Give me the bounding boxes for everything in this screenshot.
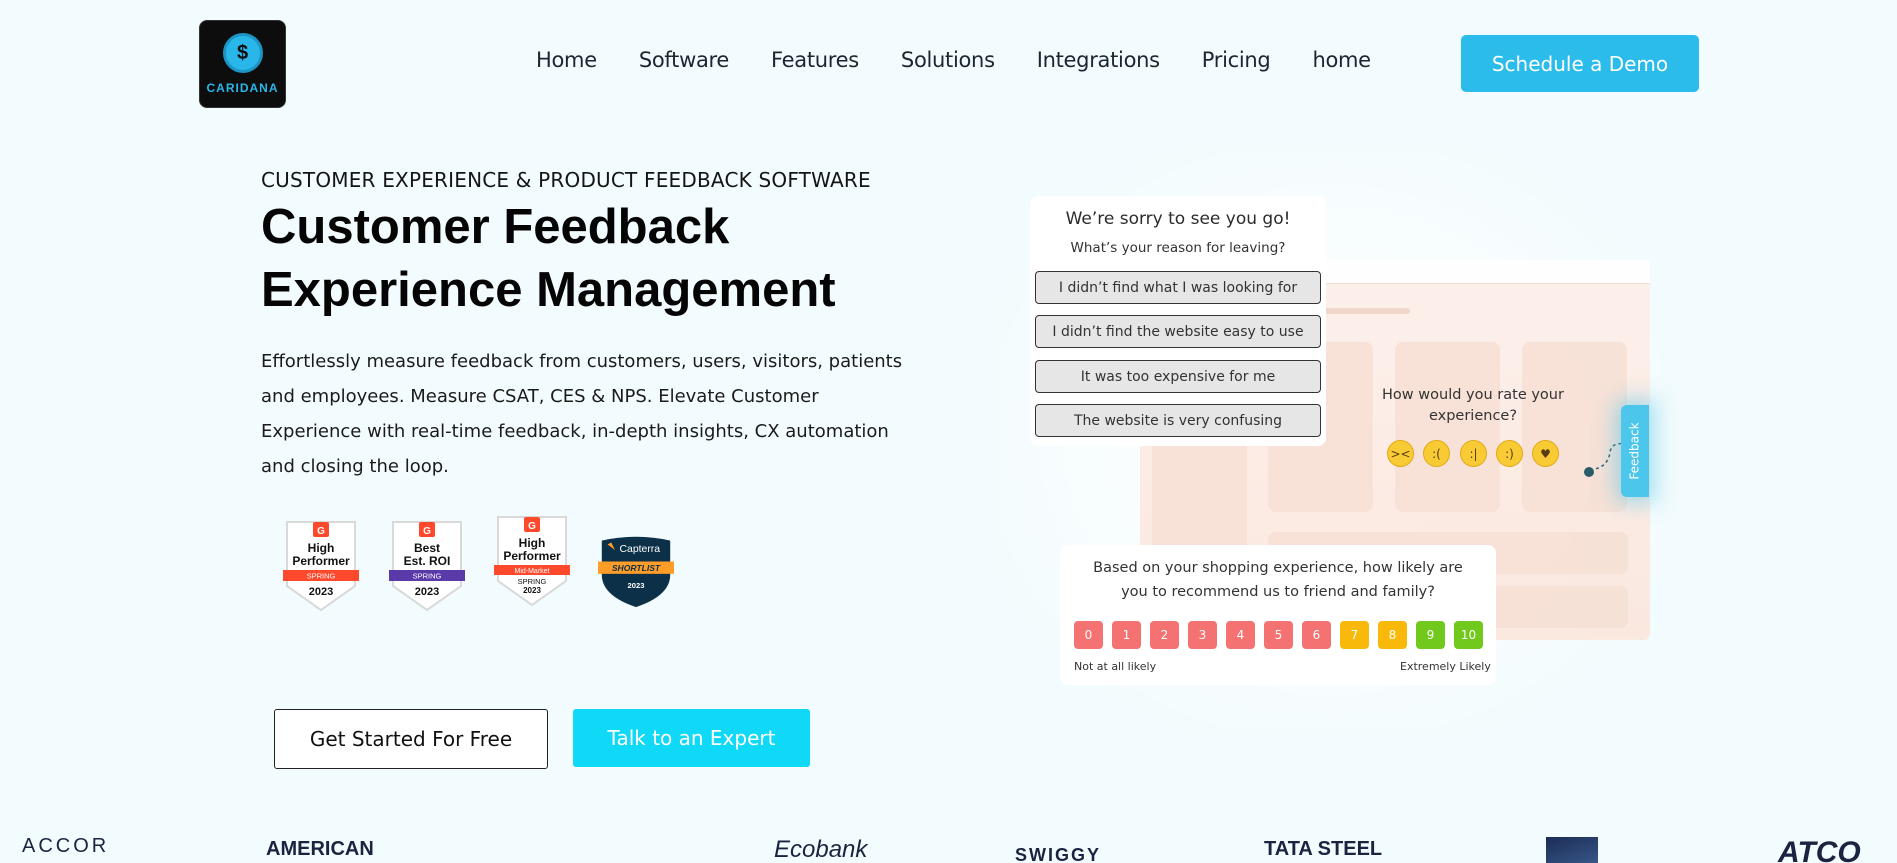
- nav-integrations[interactable]: Integrations: [1037, 48, 1160, 72]
- g2-high-performer-badge: G High Performer SPRING 2023: [283, 520, 359, 612]
- nps-low-label: Not at all likely: [1074, 660, 1157, 673]
- nps-score-button[interactable]: 3: [1188, 621, 1217, 649]
- feedback-tab[interactable]: Feedback: [1621, 405, 1649, 497]
- hero-eyebrow: CUSTOMER EXPERIENCE & PRODUCT FEEDBACK S…: [261, 168, 871, 192]
- schedule-demo-button[interactable]: Schedule a Demo: [1461, 35, 1699, 92]
- g2-best-roi-badge: G Best Est. ROI SPRING 2023: [389, 520, 465, 612]
- tired-face-icon[interactable]: ><: [1387, 440, 1414, 467]
- hero-title: Customer Feedback Experience Management: [261, 200, 836, 317]
- nps-high-label: Extremely Likely: [1400, 660, 1491, 673]
- svg-text:G: G: [423, 526, 431, 537]
- svg-text:G: G: [528, 521, 536, 532]
- nps-score-button[interactable]: 1: [1112, 621, 1141, 649]
- svg-text:Capterra: Capterra: [619, 544, 660, 555]
- svg-text:Best: Best: [414, 541, 440, 555]
- client-logo-ecobank: Ecobank: [774, 836, 868, 863]
- nps-score-button[interactable]: 7: [1340, 621, 1369, 649]
- rating-question: How would you rate your experience?: [1382, 387, 1564, 424]
- nav-software[interactable]: Software: [639, 48, 729, 72]
- svg-text:High: High: [519, 536, 546, 550]
- svg-text:High: High: [308, 541, 335, 555]
- capterra-shortlist-badge: Capterra SHORTLIST 2023: [597, 525, 675, 617]
- pointer-dot: [1584, 467, 1594, 477]
- exit-option[interactable]: I didn’t find what I was looking for: [1035, 271, 1321, 304]
- svg-text:G: G: [317, 526, 325, 537]
- svg-text:SPRING: SPRING: [307, 572, 336, 581]
- nps-question: Based on your shopping experience, how l…: [1093, 560, 1463, 600]
- svg-text:2023: 2023: [523, 586, 541, 595]
- caridana-logo[interactable]: $ CARIDANA: [199, 20, 286, 108]
- nav-home[interactable]: Home: [536, 48, 597, 72]
- svg-text:2023: 2023: [415, 586, 439, 598]
- svg-text:SPRING: SPRING: [518, 577, 547, 586]
- nps-score-button[interactable]: 8: [1378, 621, 1407, 649]
- svg-text:Mid-Market: Mid-Market: [514, 568, 549, 575]
- g2-mid-market-badge: G High Performer Mid-Market SPRING 2023: [494, 515, 570, 607]
- exit-option[interactable]: I didn’t find the website easy to use: [1035, 315, 1321, 348]
- nps-score-button[interactable]: 0: [1074, 621, 1103, 649]
- exit-option[interactable]: It was too expensive for me: [1035, 360, 1321, 393]
- nav-home-2[interactable]: home: [1312, 48, 1371, 72]
- svg-text:Performer: Performer: [503, 549, 561, 563]
- svg-text:2023: 2023: [628, 581, 645, 590]
- client-logo-tata-steel: TATA STEEL: [1264, 838, 1383, 860]
- frown-face-icon[interactable]: :(: [1423, 440, 1450, 467]
- smile-face-icon[interactable]: :): [1496, 440, 1523, 467]
- dollar-coin-icon: $: [222, 33, 263, 73]
- nps-score-button[interactable]: 2: [1150, 621, 1179, 649]
- nav-features[interactable]: Features: [771, 48, 859, 72]
- client-logo-swiggy: SWIGGY: [1015, 845, 1102, 863]
- client-logo-dark-square: [1546, 837, 1598, 863]
- get-started-button[interactable]: Get Started For Free: [274, 709, 548, 769]
- logo-text: CARIDANA: [206, 81, 279, 95]
- nps-score-button[interactable]: 5: [1264, 621, 1293, 649]
- nps-score-button[interactable]: 6: [1302, 621, 1331, 649]
- exit-option[interactable]: The website is very confusing: [1035, 404, 1321, 437]
- nps-score-button[interactable]: 10: [1454, 621, 1483, 649]
- exit-survey-subtitle: What’s your reason for leaving?: [1070, 240, 1286, 256]
- nav-pricing[interactable]: Pricing: [1202, 48, 1271, 72]
- exit-survey-title: We’re sorry to see you go!: [1065, 209, 1291, 229]
- hero-description: Effortlessly measure feedback from custo…: [261, 351, 903, 477]
- nav-solutions[interactable]: Solutions: [901, 48, 995, 72]
- client-logo-atco: ATCO: [1778, 836, 1861, 863]
- main-nav: Home Software Features Solutions Integra…: [536, 48, 1413, 72]
- nps-score-button[interactable]: 4: [1226, 621, 1255, 649]
- svg-text:Est. ROI: Est. ROI: [404, 554, 451, 568]
- svg-text:2023: 2023: [309, 586, 333, 598]
- svg-text:SHORTLIST: SHORTLIST: [612, 563, 661, 573]
- client-logo-american: AMERICAN: [266, 838, 374, 860]
- svg-text:SPRING: SPRING: [413, 572, 442, 581]
- nps-score-button[interactable]: 9: [1416, 621, 1445, 649]
- client-logo-accor: ACCOR: [22, 835, 110, 857]
- heart-eyes-icon[interactable]: ♥: [1532, 440, 1559, 467]
- talk-to-expert-button[interactable]: Talk to an Expert: [573, 709, 810, 767]
- svg-text:Performer: Performer: [292, 554, 350, 568]
- neutral-face-icon[interactable]: :|: [1460, 440, 1487, 467]
